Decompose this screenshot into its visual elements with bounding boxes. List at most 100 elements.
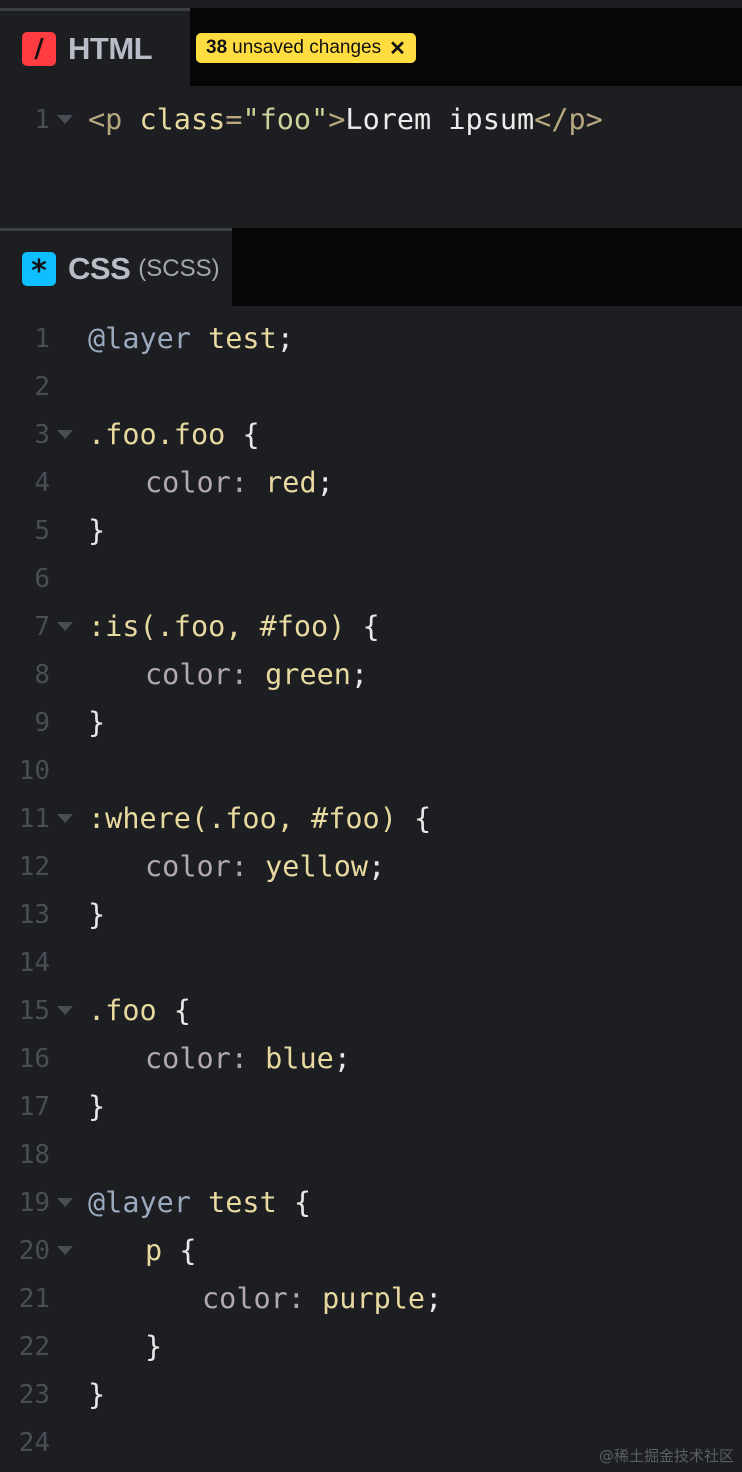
fold-arrow-icon[interactable] xyxy=(57,814,73,823)
css-tab[interactable]: * CSS (SCSS) xyxy=(0,228,232,306)
code-line[interactable]: 11 :where(.foo, #foo) { xyxy=(0,795,742,843)
fold-arrow-icon[interactable] xyxy=(57,622,73,631)
html-pane-header: / HTML 38 unsaved changes ✕ xyxy=(0,8,742,86)
line-number: 16 xyxy=(18,1044,50,1074)
slash-icon: / xyxy=(22,31,56,66)
code-token: color xyxy=(145,466,231,499)
code-token: : xyxy=(230,850,266,883)
code-text: } xyxy=(88,1083,105,1131)
code-token: } xyxy=(88,898,106,931)
code-line[interactable]: 5} xyxy=(0,507,742,555)
code-text: .foo { xyxy=(88,987,191,1035)
code-token: "foo" xyxy=(242,103,329,136)
code-token: ; xyxy=(350,658,369,691)
code-line[interactable]: 14 xyxy=(0,939,742,987)
css-tab-subtitle: (SCSS) xyxy=(138,254,220,282)
code-token: { xyxy=(345,610,380,643)
code-token: { xyxy=(225,418,260,451)
fold-arrow-icon[interactable] xyxy=(57,1246,73,1255)
line-number: 9 xyxy=(34,708,50,738)
code-token: class xyxy=(139,103,226,136)
code-line[interactable]: 22} xyxy=(0,1323,742,1371)
code-token: .foo.foo xyxy=(88,418,226,451)
code-line[interactable]: 18 xyxy=(0,1131,742,1179)
code-token: color xyxy=(145,658,231,691)
asterisk-icon: * xyxy=(22,251,56,289)
code-token: .foo xyxy=(88,994,157,1027)
line-number: 5 xyxy=(34,516,50,546)
unsaved-text: unsaved changes xyxy=(232,37,382,58)
code-line[interactable]: 23} xyxy=(0,1371,742,1419)
code-line[interactable]: 7 :is(.foo, #foo) { xyxy=(0,603,742,651)
html-tab[interactable]: / HTML xyxy=(0,8,190,86)
code-token: } xyxy=(145,1330,163,1363)
code-token: ; xyxy=(333,1042,351,1075)
code-token: ; xyxy=(316,466,334,499)
code-line[interactable]: 1 <p class="foo">Lorem ipsum</p> xyxy=(0,96,742,144)
code-text: color: yellow; xyxy=(145,843,385,891)
code-token: } xyxy=(88,514,106,547)
code-text: color: blue; xyxy=(145,1035,351,1083)
code-line[interactable]: 2 xyxy=(0,363,742,411)
code-line[interactable]: 9} xyxy=(0,699,742,747)
css-editor[interactable]: 1 @layer test; 2 3 .foo.foo {4 color: red; 5} 6… xyxy=(0,306,742,1472)
code-text: <p class="foo">Lorem ipsum</p> xyxy=(88,96,603,144)
code-token: : xyxy=(230,466,266,499)
code-line[interactable]: 20 p { xyxy=(0,1227,742,1275)
code-token: color xyxy=(145,1042,231,1075)
code-token: </p> xyxy=(534,103,603,136)
code-token: : xyxy=(287,1282,323,1315)
code-text: } xyxy=(88,699,105,747)
code-token: test xyxy=(190,1186,277,1219)
code-line[interactable]: 1 @layer test; xyxy=(0,315,742,363)
code-line[interactable]: 12 color: yellow; xyxy=(0,843,742,891)
line-number: 1 xyxy=(34,105,50,135)
fold-arrow-icon[interactable] xyxy=(57,1006,73,1015)
code-text: :where(.foo, #foo) { xyxy=(88,795,431,843)
line-number: 11 xyxy=(18,804,50,834)
line-number: 4 xyxy=(34,468,50,498)
code-text: @layer test { xyxy=(88,1179,311,1227)
asterisk-glyph: * xyxy=(31,254,47,289)
code-token: color xyxy=(202,1282,288,1315)
code-text: p { xyxy=(145,1227,197,1275)
close-icon[interactable]: ✕ xyxy=(389,36,406,61)
code-token: = xyxy=(225,103,243,136)
code-token: ; xyxy=(425,1282,443,1315)
code-line[interactable]: 6 xyxy=(0,555,742,603)
code-line[interactable]: 13} xyxy=(0,891,742,939)
code-token: <p xyxy=(88,103,140,136)
code-line[interactable]: 4 color: red; xyxy=(0,459,742,507)
code-text: @layer test; xyxy=(88,315,294,363)
fold-arrow-icon[interactable] xyxy=(57,430,73,439)
code-line[interactable]: 19 @layer test { xyxy=(0,1179,742,1227)
css-tab-title: CSS xyxy=(68,250,131,286)
slash-glyph: / xyxy=(34,33,44,64)
code-line[interactable]: 21 color: purple; xyxy=(0,1275,742,1323)
code-token: yellow xyxy=(265,850,369,883)
code-text: } xyxy=(145,1323,162,1371)
code-token: { xyxy=(276,1186,312,1219)
code-token: green xyxy=(265,658,351,691)
fold-arrow-icon[interactable] xyxy=(57,115,73,124)
css-pane-header: * CSS (SCSS) xyxy=(0,228,742,306)
line-number: 12 xyxy=(18,852,50,882)
html-editor[interactable]: 1 <p class="foo">Lorem ipsum</p> xyxy=(0,86,742,228)
unsaved-changes-badge[interactable]: 38 unsaved changes ✕ xyxy=(196,33,416,63)
fold-arrow-icon[interactable] xyxy=(57,1198,73,1207)
code-token: ; xyxy=(368,850,386,883)
code-line[interactable]: 15 .foo { xyxy=(0,987,742,1035)
code-line[interactable]: 17} xyxy=(0,1083,742,1131)
code-line[interactable]: 3 .foo.foo { xyxy=(0,411,742,459)
code-text: color: purple; xyxy=(202,1275,442,1323)
code-token: } xyxy=(88,706,106,739)
line-number: 10 xyxy=(18,756,50,786)
code-token: } xyxy=(88,1378,106,1411)
line-number: 8 xyxy=(34,660,50,690)
code-line[interactable]: 10 xyxy=(0,747,742,795)
code-line[interactable]: 16 color: blue; xyxy=(0,1035,742,1083)
line-number: 7 xyxy=(34,612,50,642)
code-line[interactable]: 8 color: green; xyxy=(0,651,742,699)
line-number: 22 xyxy=(18,1332,50,1362)
code-text: :is(.foo, #foo) { xyxy=(88,603,380,651)
